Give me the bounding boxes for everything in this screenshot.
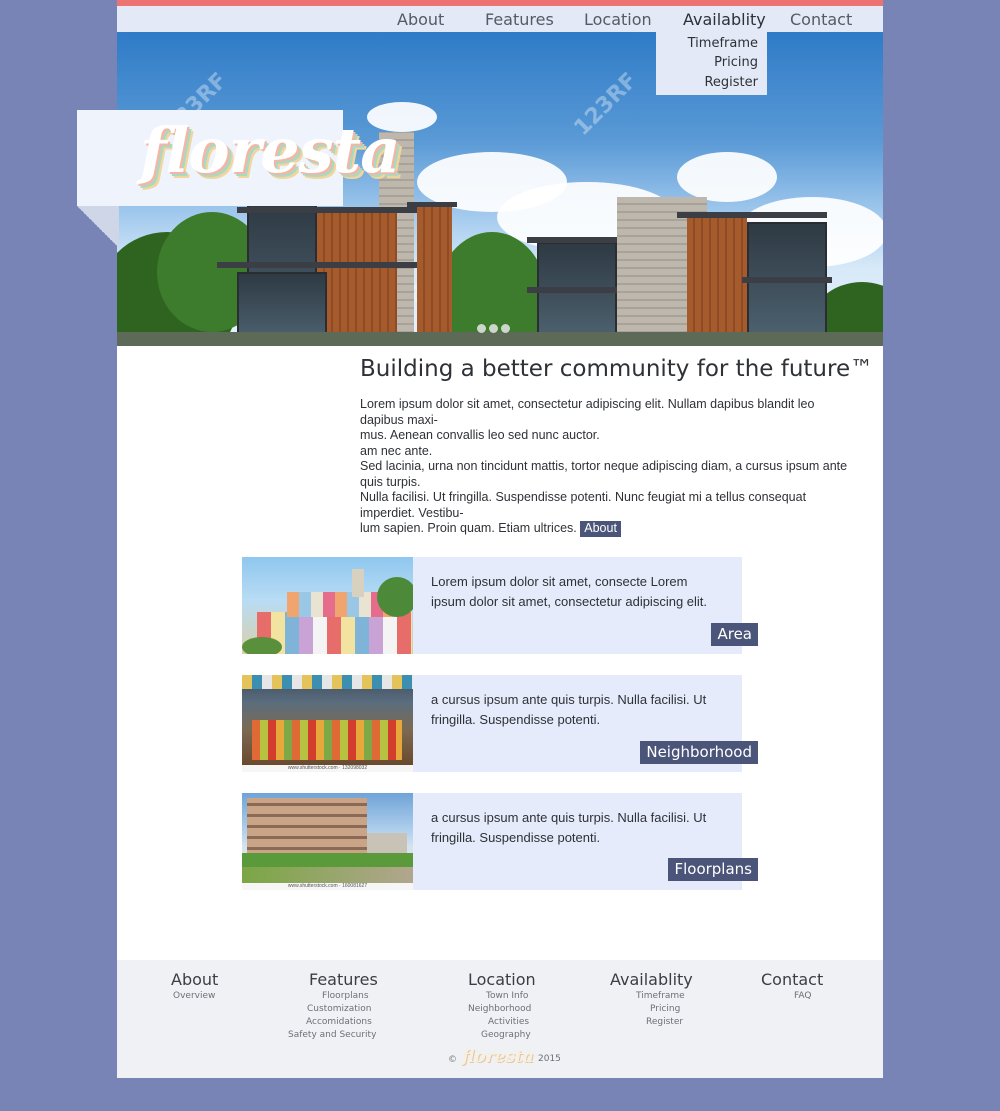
paragraph-line: mus. Aenean convallis leo sed nunc aucto… [360, 428, 600, 443]
brand-logo[interactable]: floresta [140, 114, 400, 187]
copyright-symbol: © [448, 1055, 457, 1065]
nav-contact[interactable]: Contact [790, 10, 852, 29]
footer-contact-title: Contact [761, 970, 824, 989]
card-text-line: a cursus ipsum ante quis turpis. Nulla f… [431, 810, 707, 825]
paragraph-line: lum sapien. Proin quam. Etiam ultrices. [360, 521, 577, 536]
dropdown-register[interactable]: Register [704, 75, 758, 90]
page-title: Building a better community for the futu… [360, 356, 874, 382]
floorplans-button[interactable]: Floorplans [668, 858, 758, 881]
dropdown-timeframe[interactable]: Timeframe [688, 36, 758, 51]
paragraph-line: Nulla facilisi. Ut fringilla. Suspendiss… [360, 490, 807, 520]
footer-link-register[interactable]: Register [646, 1017, 683, 1027]
card-description: Lorem ipsum dolor sit amet, consecte Lor… [431, 572, 721, 611]
area-button[interactable]: Area [711, 623, 758, 646]
footer-link-floorplans[interactable]: Floorplans [322, 991, 369, 1001]
footer-link-activities[interactable]: Activities [488, 1017, 529, 1027]
image-credit: www.shutterstock.com · 160081627 [287, 883, 368, 889]
hero-watermark: 123RF [569, 68, 643, 141]
carousel-dot[interactable] [477, 324, 486, 333]
card-image-town [242, 557, 413, 654]
feature-card-area: Lorem ipsum dolor sit amet, consecte Lor… [242, 557, 758, 654]
card-text-line: fringilla. Suspendisse potenti. [431, 711, 601, 727]
nav-about[interactable]: About [397, 10, 444, 29]
card-text-line: ipsum dolor sit amet, consectetur adipis… [431, 593, 708, 609]
footer-logo: floresta [462, 1047, 534, 1067]
footer-link-town-info[interactable]: Town Info [486, 991, 528, 1001]
logo-banner-fold [77, 206, 119, 248]
feature-card-floorplans: www.shutterstock.com · 160081627 a cursu… [242, 793, 758, 890]
footer-link-customization[interactable]: Customization [307, 1004, 371, 1014]
footer-link-geography[interactable]: Geography [481, 1030, 531, 1040]
neighborhood-button[interactable]: Neighborhood [640, 741, 758, 764]
footer: About Overview Features Floorplans Custo… [117, 960, 883, 1078]
nav-location[interactable]: Location [584, 10, 652, 29]
dropdown-pricing[interactable]: Pricing [714, 55, 758, 70]
copyright-year: 2015 [538, 1054, 561, 1064]
card-description: a cursus ipsum ante quis turpis. Nulla f… [431, 690, 721, 729]
footer-link-accomidations[interactable]: Accomidations [306, 1017, 372, 1027]
card-text-line: Lorem ipsum dolor sit amet, consecte Lor… [431, 574, 688, 589]
availability-dropdown: Timeframe Pricing Register [656, 32, 767, 95]
card-text-line: fringilla. Suspendisse potenti. [431, 829, 601, 845]
footer-availability-title: Availablity [610, 970, 693, 989]
paragraph-line: am nec ante. [360, 443, 433, 458]
carousel-dot[interactable] [501, 324, 510, 333]
intro-paragraph-1: Lorem ipsum dolor sit amet, consectetur … [360, 397, 860, 459]
intro-paragraph-2: Sed lacinia, urna non tincidunt mattis, … [360, 459, 860, 537]
footer-features-title: Features [309, 970, 378, 989]
nav-features[interactable]: Features [485, 10, 554, 29]
about-link-button[interactable]: About [580, 521, 621, 537]
card-image-apartments: www.shutterstock.com · 160081627 [242, 793, 413, 890]
footer-link-faq[interactable]: FAQ [794, 991, 811, 1001]
card-text-line: a cursus ipsum ante quis turpis. Nulla f… [431, 692, 707, 707]
nav-availability[interactable]: Availablity [683, 10, 766, 29]
footer-location-title: Location [468, 970, 536, 989]
paragraph-line: Lorem ipsum dolor sit amet, consectetur … [360, 397, 815, 427]
footer-about-title: About [171, 970, 219, 989]
carousel-dots [477, 320, 513, 338]
image-credit: www.shutterstock.com · 132098032 [287, 765, 368, 771]
footer-link-neighborhood[interactable]: Neighborhood [468, 1004, 531, 1014]
footer-link-overview[interactable]: Overview [173, 991, 215, 1001]
feature-card-neighborhood: www.shutterstock.com · 132098032 a cursu… [242, 675, 758, 772]
card-image-market: www.shutterstock.com · 132098032 [242, 675, 413, 772]
footer-link-timeframe[interactable]: Timeframe [636, 991, 685, 1001]
card-description: a cursus ipsum ante quis turpis. Nulla f… [431, 808, 721, 847]
carousel-dot[interactable] [489, 324, 498, 333]
footer-link-pricing[interactable]: Pricing [650, 1004, 680, 1014]
paragraph-line: Sed lacinia, urna non tincidunt mattis, … [360, 459, 848, 489]
top-nav: About Features Location Availablity Cont… [117, 6, 883, 32]
footer-link-safety[interactable]: Safety and Security [288, 1030, 376, 1040]
